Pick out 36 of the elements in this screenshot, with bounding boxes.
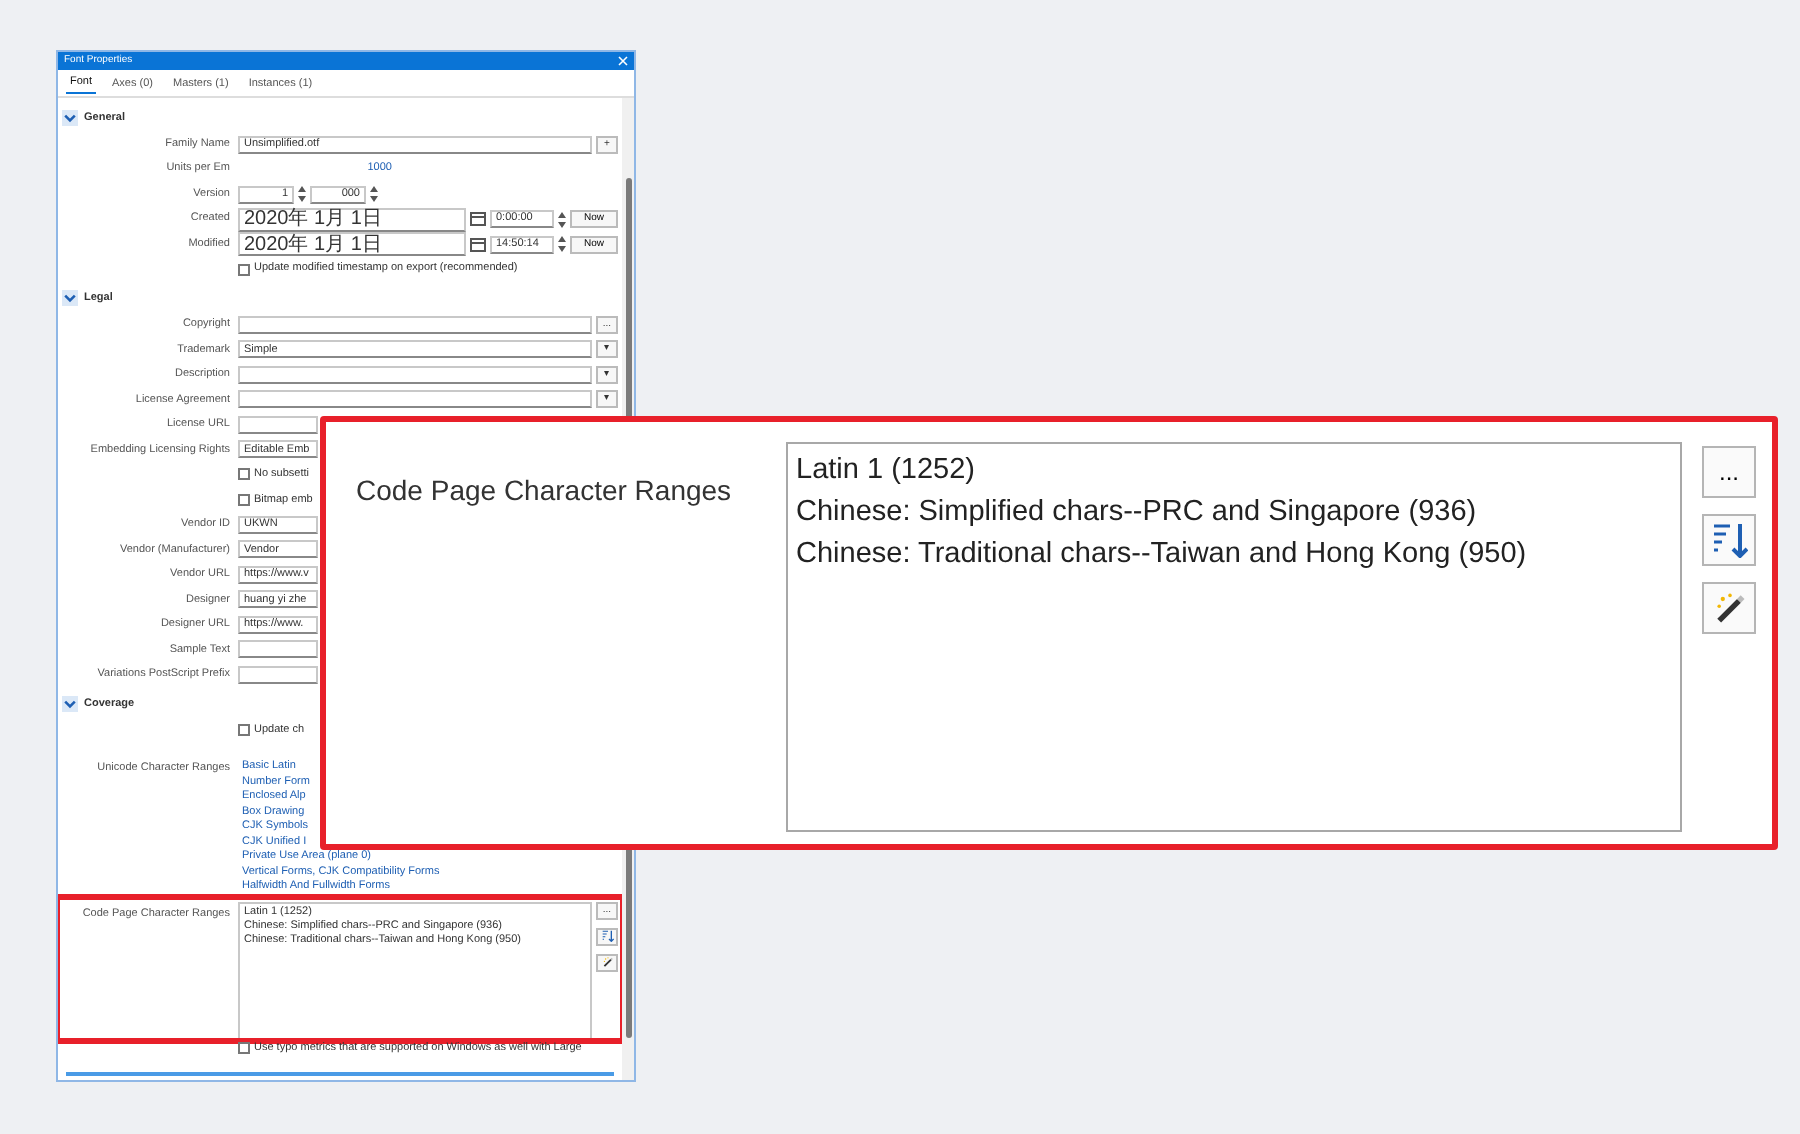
sort-button[interactable] (1702, 514, 1756, 566)
wand-button[interactable] (596, 953, 618, 972)
list-item[interactable]: Chinese: Traditional chars--Taiwan and Hong Kong (950) (796, 534, 1672, 577)
more-button[interactable]: ... (1702, 446, 1756, 498)
text-field[interactable] (238, 390, 592, 409)
checkbox[interactable] (238, 263, 250, 276)
text-field[interactable] (238, 315, 592, 334)
checkbox[interactable] (238, 493, 250, 506)
list-box[interactable]: Latin 1 (1252) Chinese: Simplified chars--PRC and Singapore (936) Chinese: Traditional chars--Taiwan and Hong Kong (950) (786, 442, 1682, 832)
list-item[interactable]: Latin 1 (1252) (796, 450, 1672, 493)
calendar-icon (469, 212, 486, 227)
chevron-icon[interactable] (62, 109, 78, 126)
sort-icon (1711, 522, 1747, 558)
text-field[interactable] (238, 365, 592, 384)
close-icon[interactable] (618, 56, 628, 66)
wand-icon (1711, 590, 1747, 626)
text-field[interactable] (238, 640, 318, 659)
chevron-icon[interactable] (62, 695, 78, 712)
date-text: 2020年 1月 1日 (244, 233, 382, 256)
list-item[interactable]: Chinese: Simplified chars--PRC and Singapore (936) (796, 492, 1672, 535)
date-field[interactable]: 2020年 1月 1日 (238, 232, 466, 257)
spinner-icon (370, 186, 378, 203)
checkbox[interactable] (238, 724, 250, 737)
field-label: Code Page Character Ranges (356, 472, 734, 510)
wand-icon (601, 956, 613, 969)
text-field[interactable] (238, 415, 318, 434)
spinner-icon (298, 186, 306, 203)
sort-button[interactable] (596, 927, 618, 946)
date-field[interactable]: 2020年 1月 1日 (238, 207, 466, 232)
text-field[interactable] (238, 665, 318, 684)
checkbox[interactable] (238, 468, 250, 481)
date-text: 2020年 1月 1日 (244, 208, 382, 231)
sort-icon (601, 930, 613, 943)
wand-button[interactable] (1702, 582, 1756, 634)
chevron-icon[interactable] (62, 289, 78, 306)
calendar-icon (469, 237, 486, 252)
